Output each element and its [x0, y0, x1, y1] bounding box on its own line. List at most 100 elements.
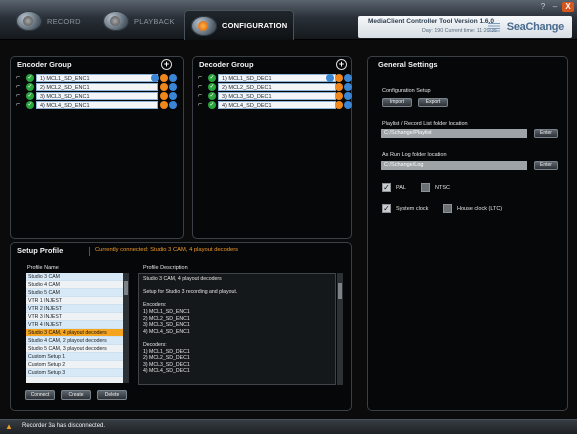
- tab-playback[interactable]: PLAYBACK: [103, 7, 191, 35]
- device-row[interactable]: ⌐ ✓ 3) MCL3_SD_DEC1: [198, 91, 352, 100]
- pal-checkbox[interactable]: ✓: [382, 183, 391, 192]
- delete-button[interactable]: Delete: [97, 390, 127, 400]
- profile-description-header: Profile Description: [143, 265, 188, 271]
- device-label: 1) MCL1_SD_DEC1: [218, 74, 336, 82]
- export-button[interactable]: Export: [418, 98, 448, 107]
- device-row[interactable]: ⌐ ✓ 3) MCL3_SD_ENC1: [16, 91, 177, 100]
- profile-list-item[interactable]: VTR 3 INJEST: [26, 313, 126, 321]
- profile-list-item[interactable]: Studio 3 CAM, 4 playout decoders: [26, 329, 126, 337]
- add-encoder-icon[interactable]: +: [161, 59, 172, 70]
- system-clock-label: System clock: [396, 206, 429, 212]
- stop-icon[interactable]: [335, 101, 343, 109]
- device-label: 2) MCL2_SD_ENC1: [36, 83, 158, 91]
- profile-description-box[interactable]: Studio 3 CAM, 4 playout decoders Setup fo…: [138, 273, 336, 385]
- status-ok-icon: ✓: [208, 83, 216, 91]
- description-scrollbar[interactable]: [337, 273, 343, 385]
- encoder-list: ⌐ ✓ 1) MCL1_SD_ENC1 ⌐ ✓ 2) MCL2_SD_ENC1 ⌐ ✓ 3) M…: [16, 74, 177, 110]
- close-button[interactable]: X: [562, 2, 574, 12]
- device-row[interactable]: ⌐ ✓ 2) MCL2_SD_ENC1: [16, 82, 177, 91]
- help-button[interactable]: ?: [537, 2, 549, 12]
- minimize-button[interactable]: –: [549, 2, 561, 12]
- profile-list-item[interactable]: Custom Setup 1: [26, 353, 126, 361]
- warning-icon: ▲: [5, 422, 13, 431]
- play-icon[interactable]: [344, 92, 352, 100]
- setup-profile-title: Setup Profile: [17, 246, 64, 255]
- description-line: 3) MCL3_SD_ENC1: [143, 322, 190, 329]
- status-ok-icon: ✓: [26, 92, 34, 100]
- plug-icon: ⌐: [198, 91, 203, 99]
- playlist-enter-button[interactable]: Enter: [534, 129, 558, 138]
- plug-icon: ⌐: [16, 100, 21, 108]
- stop-icon[interactable]: [335, 83, 343, 91]
- house-clock-checkbox[interactable]: [443, 204, 452, 213]
- app-title-box: MediaClient Controller Tool Version 1.6.…: [358, 16, 572, 38]
- device-row[interactable]: ⌐ ✓ 4) MCL4_SD_DEC1: [198, 100, 352, 109]
- stop-icon[interactable]: [335, 74, 343, 82]
- device-row[interactable]: ⌐ ✓ 1) MCL1_SD_ENC1: [16, 74, 177, 82]
- profile-list[interactable]: Studio 3 CAM Studio 4 CAM Studio 5 CAM VTR …: [26, 273, 126, 383]
- profile-list-item[interactable]: Studio 5 CAM: [26, 289, 126, 297]
- asrun-folder-label: As Run Log folder location: [382, 152, 447, 158]
- info-icon[interactable]: [151, 74, 159, 82]
- profile-list-item[interactable]: Studio 4 CAM: [26, 281, 126, 289]
- plug-icon: ⌐: [16, 91, 21, 99]
- plug-icon: ⌐: [16, 82, 21, 90]
- status-ok-icon: ✓: [26, 74, 34, 82]
- tab-configuration[interactable]: CONFIGURATION: [184, 10, 294, 40]
- status-ok-icon: ✓: [208, 101, 216, 109]
- asrun-folder-field[interactable]: C:/Schange/Log: [381, 161, 527, 170]
- play-icon[interactable]: [169, 101, 177, 109]
- status-text: Recorder 3a has disconnected.: [22, 423, 106, 429]
- profile-list-scrollbar[interactable]: [123, 273, 129, 383]
- play-icon[interactable]: [169, 83, 177, 91]
- setup-profile-panel: Setup Profile Currently connected: Studi…: [10, 242, 352, 411]
- add-decoder-icon[interactable]: +: [336, 59, 347, 70]
- connect-button[interactable]: Connect: [25, 390, 55, 400]
- decoder-group-panel: Decoder Group + ⌐ ✓ 1) MCL1_SD_DEC1 ⌐ ✓ 2) MC…: [192, 56, 352, 239]
- asrun-enter-button[interactable]: Enter: [534, 161, 558, 170]
- profile-list-item[interactable]: Studio 4 CAM, 2 playout decoders: [26, 337, 126, 345]
- tab-record[interactable]: RECORD: [16, 7, 104, 35]
- create-button[interactable]: Create: [61, 390, 91, 400]
- playback-icon: [103, 11, 129, 31]
- playlist-folder-label: Playlist / Record List folder location: [382, 121, 468, 127]
- brand-logo-icon: [488, 23, 500, 32]
- stop-icon[interactable]: [335, 92, 343, 100]
- profile-list-item[interactable]: Custom Setup 2: [26, 361, 126, 369]
- plug-icon: ⌐: [198, 82, 203, 90]
- play-icon[interactable]: [344, 101, 352, 109]
- decoder-list: ⌐ ✓ 1) MCL1_SD_DEC1 ⌐ ✓ 2) MCL2_SD_DEC1 ⌐ ✓ 3) M…: [198, 74, 352, 110]
- description-line: Encoders:: [143, 302, 167, 309]
- house-clock-label: House clock (LTC): [457, 206, 503, 212]
- profile-list-item[interactable]: Studio 3 CAM: [26, 273, 126, 281]
- device-row[interactable]: ⌐ ✓ 2) MCL2_SD_DEC1: [198, 82, 352, 91]
- play-icon[interactable]: [344, 83, 352, 91]
- configuration-icon: [191, 15, 217, 36]
- device-row[interactable]: ⌐ ✓ 4) MCL4_SD_ENC1: [16, 100, 177, 109]
- status-ok-icon: ✓: [26, 83, 34, 91]
- profile-list-item[interactable]: Custom Setup 3: [26, 369, 126, 377]
- device-row[interactable]: ⌐ ✓ 1) MCL1_SD_DEC1: [198, 74, 352, 82]
- info-icon[interactable]: [326, 74, 334, 82]
- stop-icon[interactable]: [160, 92, 168, 100]
- system-clock-checkbox[interactable]: ✓: [382, 204, 391, 213]
- tab-record-label: RECORD: [47, 16, 81, 26]
- configuration-setup-label: Configuration Setup: [382, 88, 431, 94]
- profile-list-item[interactable]: VTR 2 INJEST: [26, 305, 126, 313]
- profile-list-item[interactable]: VTR 1 INJEST: [26, 297, 126, 305]
- play-icon[interactable]: [344, 74, 352, 82]
- ntsc-checkbox[interactable]: [421, 183, 430, 192]
- description-line: [143, 296, 331, 303]
- profile-list-item[interactable]: Studio 5 CAM, 3 playout decoders: [26, 345, 126, 353]
- import-button[interactable]: Import: [382, 98, 412, 107]
- stop-icon[interactable]: [160, 83, 168, 91]
- description-line: Setup for Studio 3 recording and playout…: [143, 289, 238, 296]
- play-icon[interactable]: [169, 74, 177, 82]
- stop-icon[interactable]: [160, 74, 168, 82]
- playlist-folder-field[interactable]: C:/Schange/Playlist: [381, 129, 527, 138]
- plug-icon: ⌐: [198, 100, 203, 108]
- stop-icon[interactable]: [160, 101, 168, 109]
- profile-list-item[interactable]: VTR 4 INJEST: [26, 321, 126, 329]
- encoder-group-panel: Encoder Group + ⌐ ✓ 1) MCL1_SD_ENC1 ⌐ ✓ 2) MC…: [10, 56, 184, 239]
- play-icon[interactable]: [169, 92, 177, 100]
